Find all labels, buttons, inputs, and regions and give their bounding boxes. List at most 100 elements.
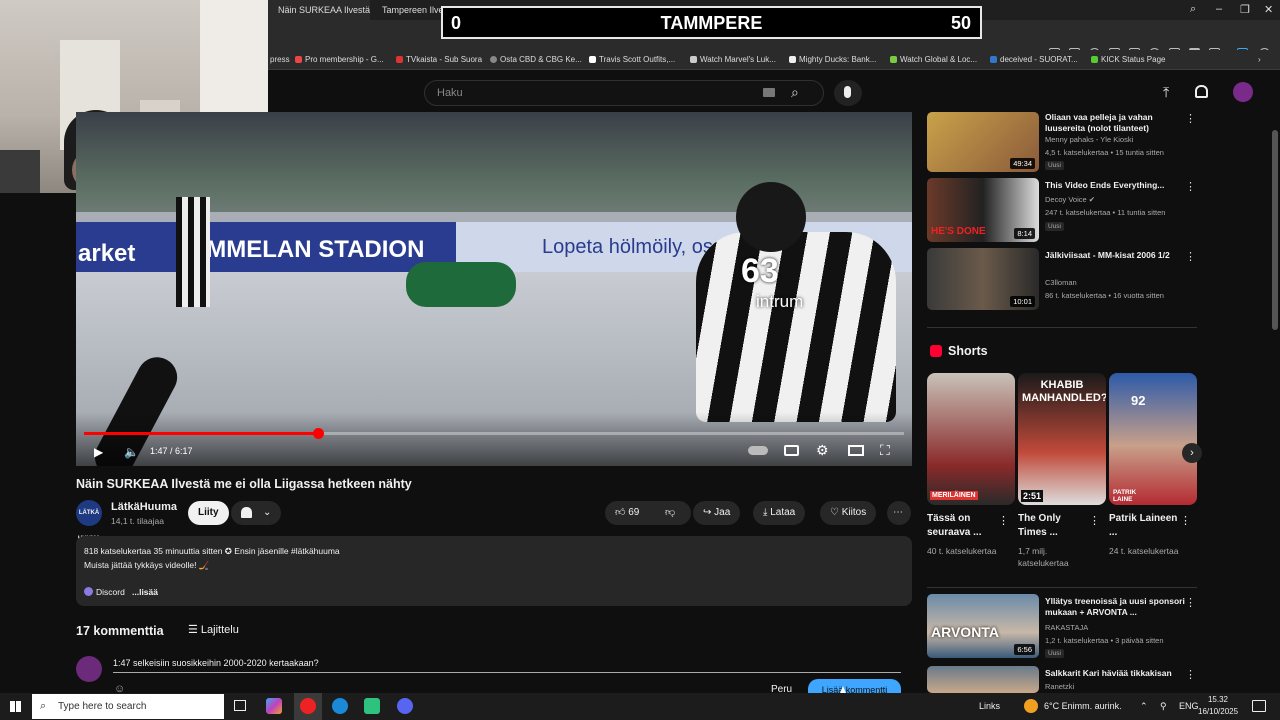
language-indicator[interactable]: ENG xyxy=(1179,701,1199,711)
weather-text[interactable]: 6°C Enimm. aurink. xyxy=(1044,701,1122,711)
short-title[interactable]: Patrik Laineen ... xyxy=(1109,512,1179,540)
task-view-icon[interactable] xyxy=(234,700,246,711)
search-icon[interactable]: ⌕ xyxy=(791,84,799,101)
browser-search-icon[interactable]: ⌕ xyxy=(1190,3,1196,16)
comment-input[interactable]: 1:47 selkeisiin suosikkeihin 2000-2020 k… xyxy=(113,658,319,668)
channel-name[interactable]: RAKASTAJA xyxy=(1045,623,1088,632)
volume-icon[interactable]: 🔈 xyxy=(124,445,139,459)
short-thumbnail[interactable]: MERILÄINEN xyxy=(927,373,1015,505)
opera-icon[interactable] xyxy=(300,698,316,714)
dislike-button[interactable]: 👎︎ xyxy=(665,501,675,525)
show-more-link[interactable]: ...lisää xyxy=(132,587,158,597)
progress-scrubber[interactable] xyxy=(312,428,324,439)
video-title[interactable]: This Video Ends Everything... xyxy=(1045,180,1185,191)
recommended-video[interactable]: HE'S DONE 8:14 This Video Ends Everythin… xyxy=(927,178,1197,242)
video-thumbnail[interactable]: 10:01 xyxy=(927,248,1039,310)
bookmark[interactable]: press xyxy=(270,55,290,64)
chevron-right-icon[interactable]: › xyxy=(1182,443,1202,463)
more-options-icon[interactable]: ⋮ xyxy=(1185,112,1196,125)
notifications-bell-icon[interactable] xyxy=(1195,85,1208,98)
video-title[interactable]: Oliaan vaa pelleja ja vahan luusereita (… xyxy=(1045,112,1185,134)
video-thumbnail[interactable]: 49:34 xyxy=(927,112,1039,172)
more-options-icon[interactable]: ⋮ xyxy=(1185,596,1196,609)
bookmark[interactable]: deceived - SUORAT... xyxy=(990,55,1078,64)
autoplay-toggle[interactable] xyxy=(748,446,768,455)
search-input[interactable]: Haku ⌕ xyxy=(424,80,824,106)
video-thumbnail[interactable]: HE'S DONE 8:14 xyxy=(927,178,1039,242)
bookmark[interactable]: Osta CBD & CBG Ke... xyxy=(490,55,582,64)
weather-icon[interactable] xyxy=(1024,699,1038,713)
clock-date[interactable]: 16/10/2025 xyxy=(1198,707,1238,716)
video-thumbnail[interactable]: ARVONTA 6:56 xyxy=(927,594,1039,658)
channel-name[interactable]: C3lloman xyxy=(1045,278,1077,287)
upload-icon[interactable]: ⤒ xyxy=(1163,84,1169,101)
more-options-icon[interactable]: ⋮ xyxy=(1180,514,1191,527)
video-player[interactable]: arket TAMMELAN STADION Lopeta hölmöily, … xyxy=(76,112,912,466)
description-box[interactable]: 818 katselukertaa 35 minuuttia sitten ✪ … xyxy=(76,536,912,606)
sort-button[interactable]: ☰ Lajittelu xyxy=(188,623,239,636)
tab-tampereen-ilves[interactable]: Tampereen Ilves - Etusivu xyxy=(372,0,452,20)
join-button[interactable]: Liity xyxy=(188,501,229,525)
recommended-video[interactable]: 10:01 Jälkiviisaat - MM-kisat 2006 1/2 C… xyxy=(927,248,1197,312)
recommended-video[interactable]: ARVONTA 6:56 Yllätys treenoissä ja uusi … xyxy=(927,594,1197,658)
bookmark[interactable]: Watch Marvel's Luk... xyxy=(690,55,776,64)
video-title[interactable]: Jälkiviisaat - MM-kisat 2006 1/2 xyxy=(1045,250,1185,261)
voice-search-button[interactable] xyxy=(834,80,862,106)
notifications-dropdown[interactable]: ⌄ xyxy=(231,501,281,525)
bookmark[interactable]: Travis Scott Outfits,... xyxy=(589,55,675,64)
video-title[interactable]: Salkkarit Kari häviää tikkakisan xyxy=(1045,668,1185,679)
channel-name[interactable]: Decoy Voice ✔ xyxy=(1045,195,1095,204)
subtitles-icon[interactable] xyxy=(784,445,799,456)
short-title[interactable]: The Only Times ... xyxy=(1018,512,1088,540)
more-options-icon[interactable]: ⋮ xyxy=(1185,668,1196,681)
video-thumbnail[interactable] xyxy=(927,666,1039,693)
network-icon[interactable]: ⚲ xyxy=(1160,701,1167,712)
video-title[interactable]: Yllätys treenoissä ja uusi sponsori muka… xyxy=(1045,596,1185,618)
bookmark[interactable]: TVkaista - Sub Suora xyxy=(396,55,482,64)
recommended-video[interactable]: Salkkarit Kari häviää tikkakisan Ranetzk… xyxy=(927,666,1197,693)
more-options-icon[interactable]: ⋮ xyxy=(1185,250,1196,263)
discord-icon[interactable] xyxy=(397,698,413,714)
clock-time[interactable]: 15.32 xyxy=(1203,695,1233,704)
minimize-button[interactable]: – xyxy=(1216,3,1222,15)
thanks-button[interactable]: ♡ Kiitos xyxy=(820,501,877,525)
settings-gear-icon[interactable]: ⚙ xyxy=(816,442,829,459)
keyboard-icon[interactable] xyxy=(763,88,775,97)
links-toolbar[interactable]: Links xyxy=(979,701,1000,711)
like-button[interactable]: 👍︎ 69 xyxy=(615,501,639,525)
short-thumbnail[interactable]: 92 PATRIK LAINE xyxy=(1109,373,1197,505)
submit-comment-button[interactable]: Lisää kommentti xyxy=(808,679,901,693)
close-window-button[interactable]: ✕ xyxy=(1264,3,1273,16)
notification-center-icon[interactable] xyxy=(1252,700,1266,712)
recommended-video[interactable]: 49:34 Oliaan vaa pelleja ja vahan luuser… xyxy=(927,112,1197,172)
fullscreen-icon[interactable]: ⛶ xyxy=(880,442,890,459)
discord-link[interactable]: Discord xyxy=(96,587,125,597)
taskbar-search-input[interactable]: Type here to search xyxy=(32,694,224,719)
more-options-icon[interactable]: ⋮ xyxy=(998,514,1009,527)
more-options-icon[interactable]: ⋮ xyxy=(1089,514,1100,527)
play-icon[interactable]: ▶ xyxy=(94,445,103,459)
channel-name[interactable]: Ranetzki xyxy=(1045,682,1074,691)
windows-start-icon[interactable] xyxy=(10,701,21,712)
bookmark[interactable]: Watch Global & Loc... xyxy=(890,55,977,64)
channel-avatar[interactable]: LÄTKÄ HUUMA xyxy=(76,500,102,542)
theater-mode-icon[interactable] xyxy=(848,445,864,456)
maximize-button[interactable]: ❐ xyxy=(1240,3,1250,16)
progress-bar[interactable] xyxy=(84,428,904,439)
chevron-up-icon[interactable]: ⌃ xyxy=(1140,701,1148,712)
edge-icon[interactable] xyxy=(332,698,348,714)
bookmark[interactable]: Pro membership - G... xyxy=(295,55,384,64)
copilot-icon[interactable] xyxy=(266,698,282,714)
tab-current-video[interactable]: Näin SURKEAA Ilvestä me xyxy=(268,0,370,20)
share-button[interactable]: ↪ Jaa xyxy=(693,501,741,525)
scrollbar-thumb[interactable] xyxy=(1272,130,1278,330)
bookmark[interactable]: KICK Status Page xyxy=(1091,55,1165,64)
more-options-icon[interactable]: ⋮ xyxy=(1185,180,1196,193)
channel-name[interactable]: Menny pahaks - Yle Kioski xyxy=(1045,135,1133,144)
download-button[interactable]: ⤓ Lataa xyxy=(753,501,806,525)
chevron-right-icon[interactable]: › xyxy=(1258,55,1261,64)
app-icon[interactable] xyxy=(364,698,380,714)
short-thumbnail[interactable]: KHABIB MANHANDLED? 2:51 xyxy=(1018,373,1106,505)
avatar[interactable] xyxy=(1233,82,1253,102)
short-title[interactable]: Tässä on seuraava ... xyxy=(927,512,997,540)
